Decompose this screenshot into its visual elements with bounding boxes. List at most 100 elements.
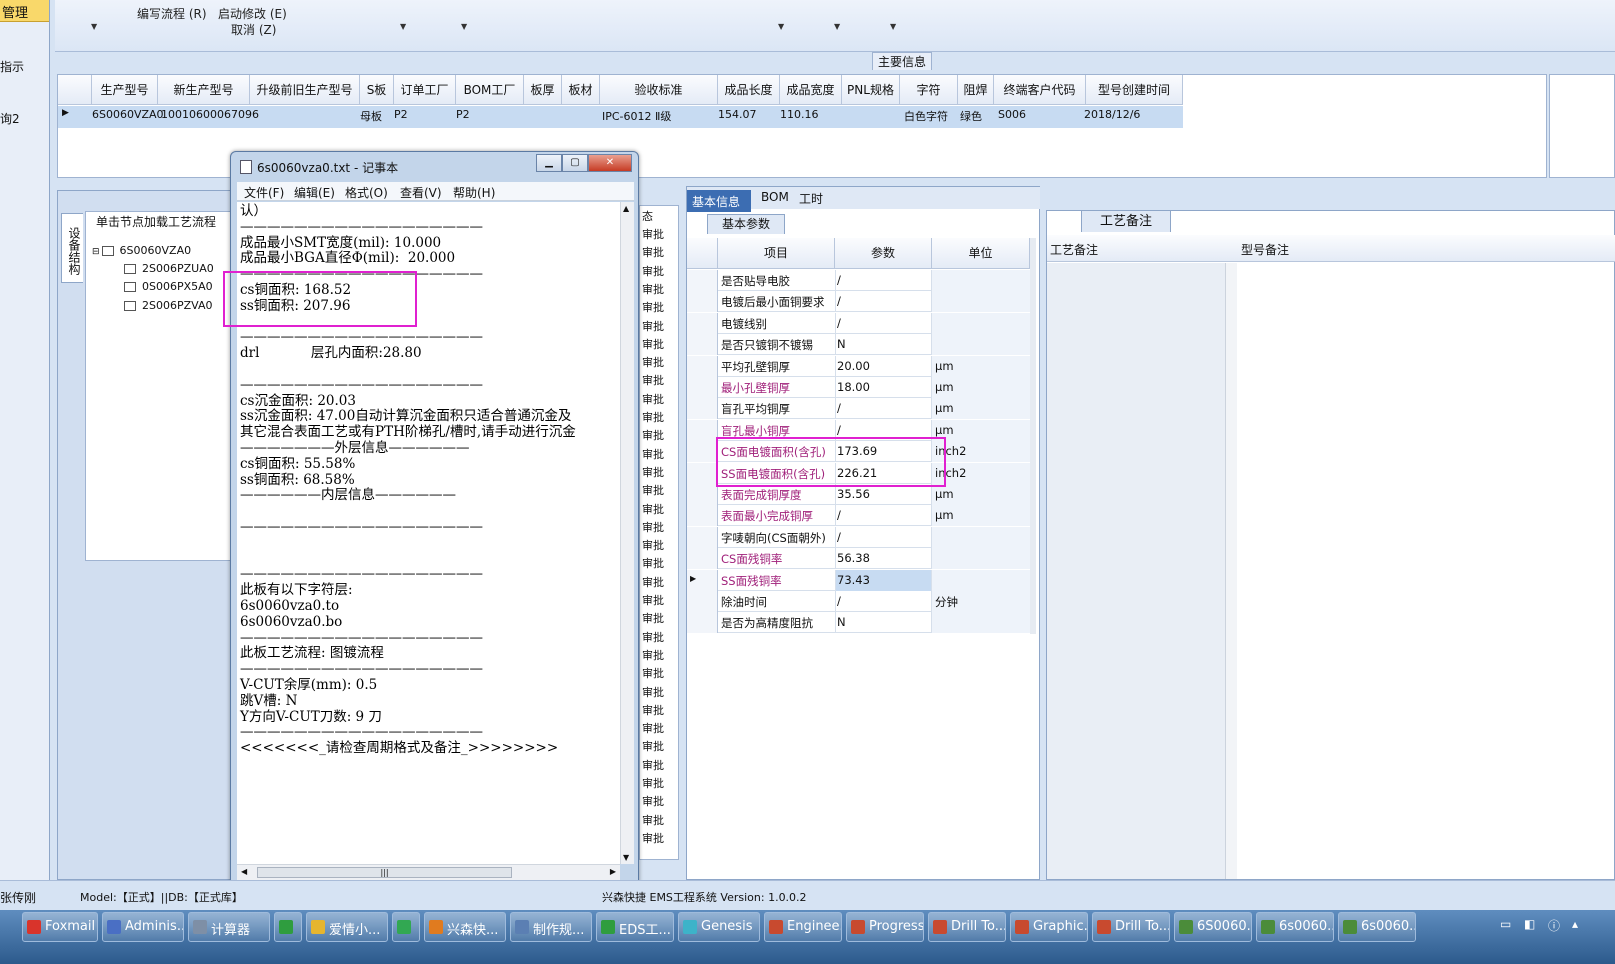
status-cell[interactable]: 审批 [642,281,664,297]
col-header-item[interactable]: 项目 [718,238,835,269]
value-cell[interactable] [835,291,932,313]
taskbar-item[interactable]: 6S0060... [1174,912,1252,942]
row-header[interactable] [687,291,718,313]
col-header[interactable]: BOM工厂 [456,75,524,105]
nav-header[interactable]: 管理 [0,0,49,22]
grid-corner[interactable] [687,238,718,269]
status-cell[interactable]: 审批 [642,720,664,736]
status-cell[interactable]: 审批 [642,299,664,315]
status-cell[interactable]: 审批 [642,519,664,535]
col-header[interactable]: 阻焊 [958,75,994,105]
status-cell[interactable]: 审批 [642,702,664,718]
param-row[interactable]: 电镀线别 / [687,312,1035,334]
value-cell[interactable] [835,591,932,612]
help-icon[interactable]: ⓘ [1548,917,1560,934]
minimize-icon[interactable]: ▁ [536,154,562,172]
param-row[interactable]: 字唛朝向(CS面朝外) / [687,526,1035,548]
taskbar-item[interactable]: Graphic... [1010,912,1088,942]
col-header[interactable]: 型号创建时间 [1086,75,1183,105]
unit-cell[interactable] [932,270,1030,291]
status-header[interactable]: 态 [642,208,653,224]
status-cell[interactable]: 审批 [642,409,664,425]
write-flow-button[interactable]: 编写流程 (R) [137,5,207,22]
status-cell[interactable]: 审批 [642,501,664,517]
cell-character[interactable]: 白色字符 [904,108,948,124]
row-header[interactable] [687,548,718,570]
status-cell[interactable]: 审批 [642,647,664,663]
taskbar-item[interactable]: Drill To... [928,912,1006,942]
col-header[interactable]: 成品长度 [718,75,780,105]
status-cell[interactable]: 审批 [642,684,664,700]
row-header[interactable] [687,484,718,505]
cell-create-time[interactable]: 2018/12/6 [1084,108,1140,121]
param-row[interactable]: 是否贴导电胶 / [687,270,1035,291]
taskbar-item[interactable]: Progress [846,912,924,942]
value-cell[interactable] [835,312,932,334]
taskbar-item[interactable]: Adminis... [102,912,184,942]
param-value[interactable]: N [837,337,846,351]
row-header[interactable] [687,312,718,334]
nav-item-indicator[interactable]: 指示 [0,58,24,75]
taskbar-item[interactable]: Genesis [678,912,760,942]
param-row[interactable]: 电镀后最小面铜要求 / [687,291,1035,313]
grid-corner[interactable] [58,75,92,105]
menu-file[interactable]: 文件(F) [244,184,284,201]
cell-solder-mask[interactable]: 绿色 [960,108,982,124]
close-icon[interactable]: ✕ [588,154,632,172]
status-cell[interactable]: 审批 [642,226,664,242]
cell-s-board[interactable]: 母板 [360,108,382,124]
col-header[interactable]: 生产型号 [92,75,158,105]
taskbar-item[interactable]: 6s0060... [1338,912,1416,942]
row-header[interactable] [687,505,718,527]
dropdown-arrow-icon[interactable]: ▼ [91,22,97,31]
tray-icon[interactable]: ▴ [1572,917,1578,931]
value-cell[interactable] [835,398,932,420]
param-value[interactable]: / [837,508,841,522]
status-cell[interactable]: 审批 [642,775,664,791]
col-craft-notes[interactable]: 工艺备注 [1050,241,1098,258]
param-row[interactable]: 是否只镀铜不镀锡 N [687,334,1035,356]
row-header[interactable] [687,441,718,463]
status-cell[interactable]: 审批 [642,574,664,590]
col-header[interactable]: 终端客户代码 [994,75,1086,105]
collapse-icon[interactable]: ⊟ [92,247,100,257]
param-row[interactable]: 是否为高精度阻抗 N [687,612,1035,634]
craft-notes-textarea[interactable] [1047,263,1237,879]
col-header[interactable]: S板 [360,75,394,105]
row-header[interactable] [687,398,718,420]
dropdown-arrow-icon[interactable]: ▼ [400,22,406,31]
cell-model[interactable]: 6S0060VZA0 [92,108,164,121]
taskbar-item[interactable]: 计算器 [188,912,270,942]
row-header[interactable] [687,377,718,398]
unit-cell[interactable] [932,334,1030,356]
scroll-right-icon[interactable]: ▶ [610,867,616,876]
tray-icon[interactable]: ◧ [1524,917,1535,931]
param-value[interactable]: 35.56 [837,487,870,501]
taskbar-item[interactable]: 6s0060... [1256,912,1334,942]
row-header[interactable] [687,462,718,484]
taskbar-item[interactable]: 制作规... [510,912,592,942]
maximize-icon[interactable]: ▢ [562,154,588,172]
row-header[interactable] [687,419,718,441]
status-cell[interactable]: 审批 [642,427,664,443]
col-header[interactable]: 板材 [562,75,600,105]
cancel-button[interactable]: 取消 (Z) [231,21,276,38]
param-value[interactable]: / [837,401,841,415]
status-cell[interactable]: 审批 [642,610,664,626]
value-cell[interactable] [835,505,932,527]
unit-cell[interactable] [932,548,1030,570]
col-header[interactable]: 字符 [900,75,958,105]
status-cell[interactable]: 审批 [642,830,664,846]
status-cell[interactable]: 审批 [642,391,664,407]
tree-child[interactable]: 2S006PZUA0 [124,262,214,275]
tab-basic-info[interactable]: 基本信息 [687,190,751,212]
status-cell[interactable]: 审批 [642,738,664,754]
param-value[interactable]: / [837,316,841,330]
cell-length[interactable]: 154.07 [718,108,757,121]
taskbar-item[interactable]: Enginee... [764,912,842,942]
taskbar-item[interactable]: Drill To... [1092,912,1170,942]
col-header[interactable]: 订单工厂 [394,75,456,105]
param-value[interactable]: / [837,294,841,308]
value-cell[interactable] [835,526,932,548]
cell-order-factory[interactable]: P2 [394,108,408,121]
